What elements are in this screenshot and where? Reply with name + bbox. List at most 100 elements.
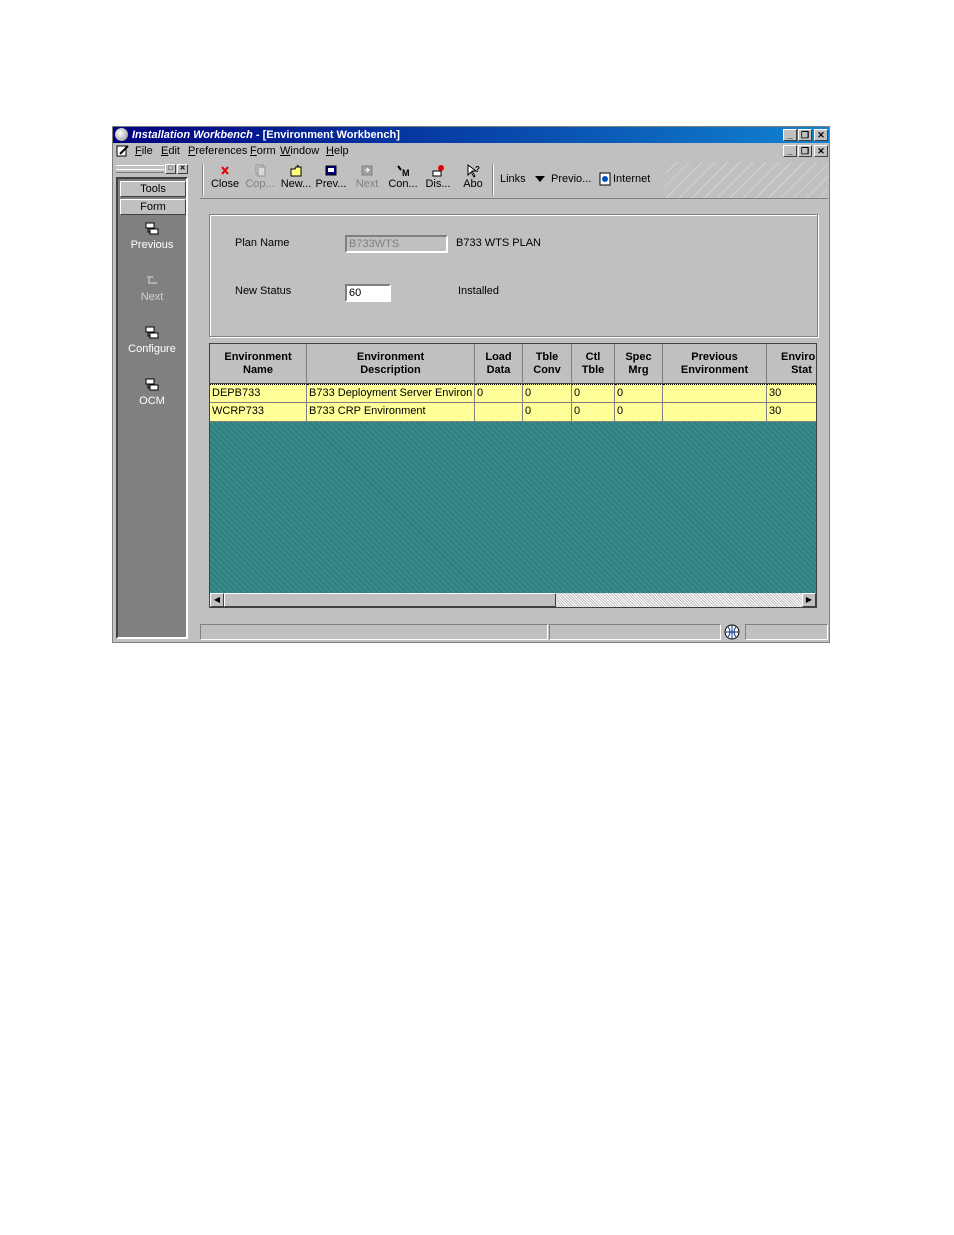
dropdown-arrow-icon[interactable] bbox=[535, 176, 545, 183]
horizontal-scrollbar[interactable]: ◀ ▶ bbox=[210, 593, 816, 607]
status-bar bbox=[200, 623, 829, 641]
table-row[interactable]: DEPB733 B733 Deployment Server Environ 0… bbox=[210, 384, 816, 403]
table-cell: B733 CRP Environment bbox=[307, 403, 475, 422]
table-cell: 0 bbox=[523, 403, 572, 422]
scroll-track[interactable] bbox=[556, 593, 802, 607]
about-button[interactable]: ? Abo bbox=[456, 164, 490, 190]
svg-text:?: ? bbox=[475, 165, 480, 174]
table-cell: 0 bbox=[615, 384, 663, 403]
table-cell: 30 bbox=[767, 384, 816, 403]
menu-window[interactable]: Window bbox=[280, 145, 319, 157]
exit-next[interactable]: Next bbox=[118, 273, 186, 303]
panel-close-icon[interactable]: ✕ bbox=[177, 164, 188, 174]
display-button[interactable]: Dis... bbox=[421, 164, 455, 190]
status-pane-2 bbox=[549, 624, 721, 640]
previous-exit-icon bbox=[145, 222, 159, 235]
plan-name-field: B733WTS bbox=[345, 235, 448, 253]
close-window-icon[interactable]: ✕ bbox=[814, 129, 828, 141]
next-exit-icon bbox=[147, 276, 157, 284]
toolbar: Close Cop... New... Prev... Next M Con..… bbox=[200, 162, 828, 199]
column-header[interactable]: Spec Mrg bbox=[615, 344, 663, 384]
window-title-form: - [Environment Workbench] bbox=[252, 129, 400, 141]
minimize-icon[interactable]: _ bbox=[783, 129, 797, 141]
app-globe-icon bbox=[115, 128, 128, 141]
column-header[interactable]: Ctl Tble bbox=[572, 344, 615, 384]
globe-icon bbox=[724, 624, 740, 640]
toolbar-hatch bbox=[665, 162, 828, 198]
exit-ocm-label: OCM bbox=[139, 395, 165, 407]
panel-dock-icon[interactable]: □ bbox=[165, 164, 176, 174]
previous-icon bbox=[325, 165, 337, 176]
configure-button[interactable]: M Con... bbox=[386, 164, 420, 190]
exit-previous[interactable]: Previous bbox=[118, 221, 186, 251]
panel-grip-lower bbox=[116, 169, 164, 173]
table-cell: 0 bbox=[475, 384, 523, 403]
child-restore-icon[interactable]: ❐ bbox=[798, 145, 812, 157]
svg-text:M: M bbox=[402, 168, 410, 178]
table-cell: B733 Deployment Server Environ bbox=[307, 384, 475, 403]
table-cell: 0 bbox=[523, 384, 572, 403]
about-button-label: Abo bbox=[463, 178, 483, 190]
tab-form[interactable]: Form bbox=[120, 199, 186, 215]
plan-name-label: Plan Name bbox=[235, 237, 290, 249]
application-window: Installation Workbench - [Environment Wo… bbox=[112, 126, 830, 643]
window-title-app: Installation Workbench bbox=[132, 129, 253, 141]
scroll-left-icon[interactable]: ◀ bbox=[210, 593, 224, 607]
menu-preferences[interactable]: Preferences bbox=[188, 145, 247, 157]
environment-grid[interactable]: Environment Name Environment Description… bbox=[209, 343, 817, 608]
child-close-icon[interactable]: ✕ bbox=[814, 145, 828, 157]
menu-form[interactable]: Form bbox=[250, 145, 276, 157]
configure-button-label: Con... bbox=[388, 178, 418, 190]
column-header[interactable]: Tble Conv bbox=[523, 344, 572, 384]
document-icon bbox=[116, 145, 129, 157]
table-cell: DEPB733 bbox=[210, 384, 307, 403]
copy-button-label: Cop... bbox=[245, 178, 275, 190]
scroll-right-icon[interactable]: ▶ bbox=[802, 593, 816, 607]
tab-tools[interactable]: Tools bbox=[120, 181, 186, 197]
internet-link[interactable]: Internet bbox=[613, 173, 650, 185]
previous-button[interactable]: Prev... bbox=[314, 164, 348, 190]
column-header[interactable]: Environ Stat bbox=[767, 344, 816, 384]
table-cell bbox=[663, 384, 767, 403]
column-header[interactable]: Load Data bbox=[475, 344, 523, 384]
table-cell: 0 bbox=[572, 384, 615, 403]
table-row[interactable]: WCRP733 B733 CRP Environment 0 0 0 30 bbox=[210, 403, 816, 422]
menu-help[interactable]: Help bbox=[326, 145, 349, 157]
previous-link[interactable]: Previo... bbox=[551, 173, 591, 185]
close-x-icon bbox=[221, 166, 229, 175]
menu-file[interactable]: File bbox=[135, 145, 153, 157]
exit-bar: Tools Form Previous Next Configure OCM bbox=[116, 177, 188, 639]
next-button-label: Next bbox=[355, 178, 379, 190]
plan-description: B733 WTS PLAN bbox=[456, 237, 541, 249]
close-button[interactable]: Close bbox=[208, 164, 242, 190]
table-cell: 0 bbox=[615, 403, 663, 422]
table-cell bbox=[475, 403, 523, 422]
column-header[interactable]: Previous Environment bbox=[663, 344, 767, 384]
status-pane-3 bbox=[745, 624, 828, 640]
child-minimize-icon[interactable]: _ bbox=[783, 145, 797, 157]
column-header[interactable]: Environment Name bbox=[210, 344, 307, 384]
column-header[interactable]: Environment Description bbox=[307, 344, 475, 384]
new-button[interactable]: New... bbox=[279, 164, 313, 190]
next-button[interactable]: Next bbox=[350, 164, 384, 190]
links-label: Links bbox=[500, 173, 526, 185]
new-status-field[interactable]: 60 bbox=[345, 284, 391, 302]
new-status-label: New Status bbox=[235, 285, 292, 297]
menu-edit[interactable]: Edit bbox=[161, 145, 180, 157]
exit-configure-label: Configure bbox=[128, 343, 176, 355]
window-title: Installation Workbench - [Environment Wo… bbox=[132, 127, 400, 143]
title-bar: Installation Workbench - [Environment Wo… bbox=[113, 127, 829, 143]
previous-button-label: Prev... bbox=[315, 178, 347, 190]
scroll-thumb[interactable] bbox=[224, 593, 556, 607]
exit-ocm[interactable]: OCM bbox=[118, 377, 186, 407]
restore-icon[interactable]: ❐ bbox=[798, 129, 812, 141]
ocm-exit-icon bbox=[145, 378, 159, 391]
new-icon bbox=[290, 164, 302, 177]
internet-icon bbox=[599, 172, 611, 186]
new-status-description: Installed bbox=[458, 285, 499, 297]
next-icon bbox=[361, 165, 373, 176]
exit-configure[interactable]: Configure bbox=[118, 325, 186, 355]
exit-next-label: Next bbox=[140, 291, 164, 303]
copy-button[interactable]: Cop... bbox=[243, 164, 277, 190]
menu-bar: File Edit Preferences Form Window Help _… bbox=[113, 143, 829, 160]
